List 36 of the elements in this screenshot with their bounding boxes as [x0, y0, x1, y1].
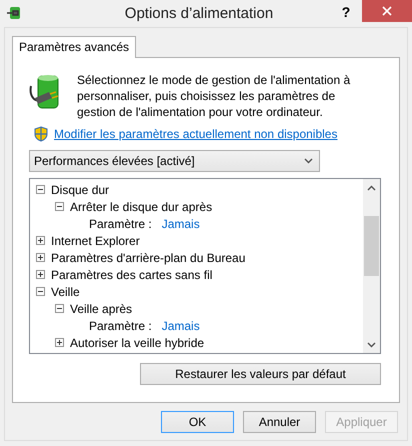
dialog-button[interactable]: Annuler: [243, 411, 316, 433]
setting-value[interactable]: Jamais: [162, 318, 200, 332]
setting-label: Paramètre :: [89, 216, 152, 230]
tree-item[interactable]: Paramètres des cartes sans fil: [51, 268, 212, 282]
tree-item[interactable]: Autoriser la veille hybride: [70, 336, 204, 350]
collapse-icon[interactable]: [55, 304, 64, 313]
tab[interactable]: Paramètres avancés: [12, 36, 136, 58]
tree-item[interactable]: Arrêter le disque dur après: [70, 200, 212, 214]
expand-icon[interactable]: [55, 338, 64, 347]
tree-item[interactable]: Paramètres d'arrière-plan du Bureau: [51, 250, 246, 264]
setting-label: Paramètre :: [89, 318, 152, 332]
help-button[interactable]: ?: [334, 2, 358, 22]
intro-text: Sélectionnez le mode de gestion de l'alimentation à personnaliser, puis choisissez les paramètres de gestion de l'alimentation pour votre ordinateur.: [77, 72, 352, 120]
collapse-icon[interactable]: [55, 202, 64, 211]
close-icon: [382, 6, 392, 16]
close-button[interactable]: [362, 0, 412, 22]
expand-icon[interactable]: [36, 253, 45, 262]
setting-value[interactable]: Jamais: [162, 216, 200, 230]
dialog-button[interactable]: OK: [161, 411, 234, 433]
shield-icon: [34, 126, 48, 142]
expand-icon[interactable]: [36, 270, 45, 279]
tree-item[interactable]: Veille après: [70, 302, 132, 316]
window-title: Options d’alimentation: [124, 5, 274, 22]
plan-dropdown[interactable]: Performances élevées [activé]: [29, 150, 320, 172]
tree-item[interactable]: Veille: [51, 284, 80, 298]
scrollbar[interactable]: [363, 179, 380, 353]
collapse-icon[interactable]: [36, 185, 45, 194]
tree-item[interactable]: Disque dur: [51, 182, 110, 196]
expand-icon[interactable]: [36, 236, 45, 245]
restore-defaults-button[interactable]: Restaurer les valeurs par défaut: [140, 363, 381, 385]
scroll-up-icon[interactable]: [367, 184, 376, 190]
tree-item[interactable]: Internet Explorer: [51, 234, 140, 248]
scroll-down-icon[interactable]: [367, 342, 376, 348]
chevron-down-icon: [304, 158, 313, 164]
settings-link[interactable]: Modifier les paramètres actuellement non disponibles: [54, 127, 338, 141]
collapse-icon[interactable]: [36, 287, 45, 296]
